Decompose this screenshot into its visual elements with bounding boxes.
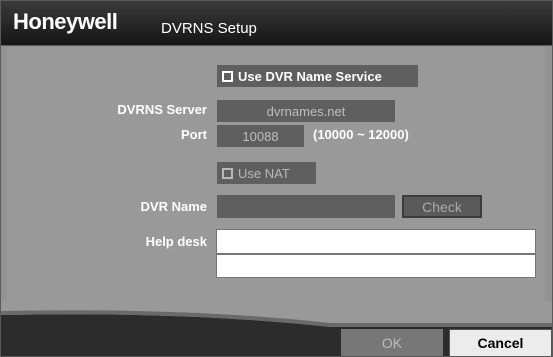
port-value: 10088 (242, 128, 279, 144)
dialog-title: DVRNS Setup (161, 20, 257, 37)
dvr-name-field[interactable] (217, 195, 395, 218)
dvrns-server-label: DVRNS Server (117, 102, 207, 117)
port-field[interactable]: 10088 (217, 125, 304, 147)
dvrns-server-field[interactable]: dvrnames.net (217, 100, 395, 122)
ok-button[interactable]: OK (341, 329, 443, 356)
help-desk-field-line1[interactable] (216, 229, 536, 254)
help-desk-field-line2[interactable] (216, 254, 536, 278)
title-bar: Honeywell DVRNS Setup (1, 1, 552, 46)
dvr-name-label: DVR Name (140, 199, 207, 214)
cancel-button[interactable]: Cancel (449, 329, 552, 356)
use-dvrns-label: Use DVR Name Service (238, 68, 382, 84)
dvrns-setup-dialog: Honeywell DVRNS Setup Use DVR Name Servi… (0, 0, 553, 357)
use-nat-checkbox[interactable]: Use NAT (217, 162, 316, 184)
port-range-hint: (10000 ~ 12000) (313, 127, 409, 142)
help-desk-label: Help desk (145, 234, 207, 249)
check-button[interactable]: Check (402, 195, 482, 218)
checkbox-icon (222, 70, 233, 82)
dvrns-server-value: dvrnames.net (266, 103, 346, 119)
checkbox-icon (222, 167, 233, 179)
use-nat-label: Use NAT (238, 165, 290, 181)
port-label: Port (181, 127, 207, 142)
use-dvrns-checkbox[interactable]: Use DVR Name Service (217, 65, 418, 87)
brand-logo: Honeywell (13, 9, 118, 34)
